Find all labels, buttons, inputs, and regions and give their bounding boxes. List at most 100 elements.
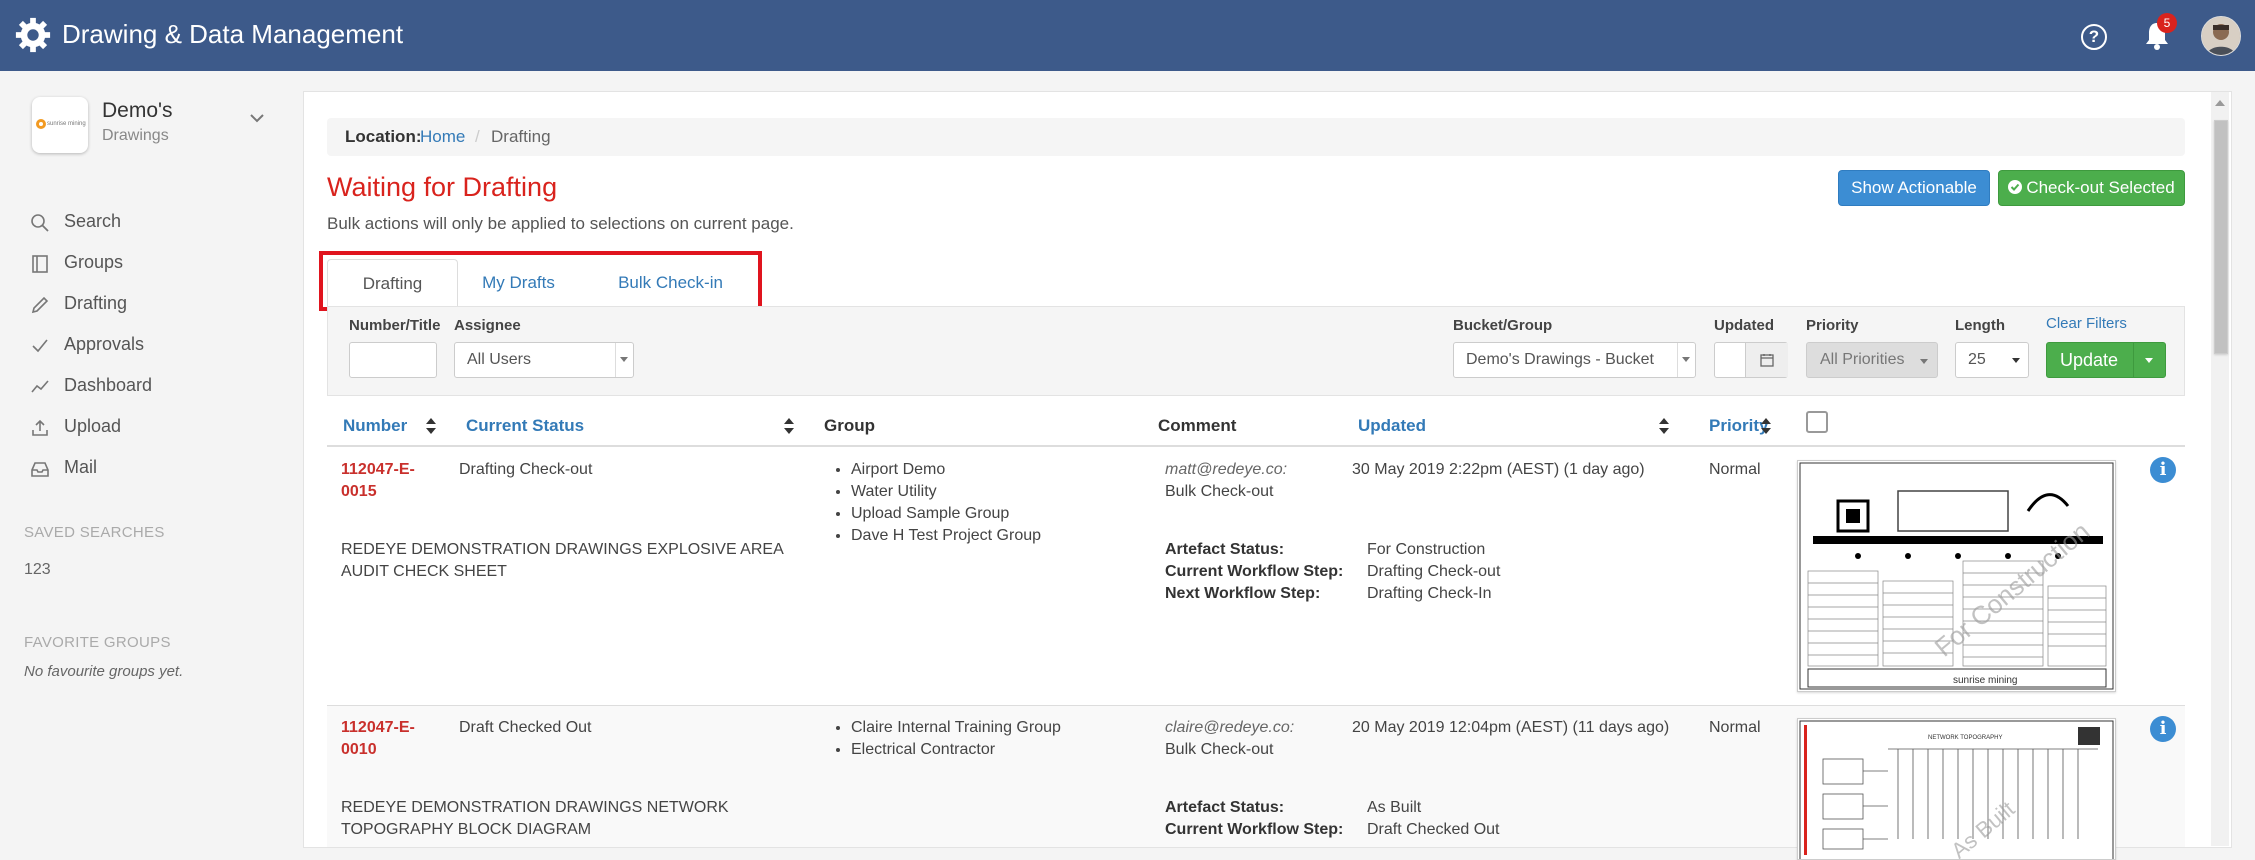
table-row[interactable]: 112047-E- 0010 Draft Checked Out REDEYE … [327, 705, 2185, 860]
page-scrollbar[interactable] [2211, 92, 2229, 846]
pencil-icon [31, 296, 49, 314]
next-step-value: Drafting Check-In [1367, 585, 1492, 602]
sidebar-item-approvals[interactable]: Approvals [30, 331, 270, 361]
group-list: Claire Internal Training Group Electrica… [829, 717, 1061, 761]
clear-filters-link[interactable]: Clear Filters [2046, 315, 2127, 332]
user-avatar[interactable] [2201, 16, 2241, 56]
number-title-label: Number/Title [349, 317, 441, 334]
info-icon[interactable]: i [2150, 716, 2176, 742]
tenant-logo-text: sunrise mining [47, 121, 86, 127]
length-select[interactable]: 25 [1955, 342, 2029, 378]
priority-value: Normal [1709, 719, 1761, 736]
sidebar-item-dashboard[interactable]: Dashboard [30, 372, 270, 402]
upload-icon [32, 419, 48, 436]
number-title-input[interactable] [349, 342, 437, 378]
notification-count-badge: 5 [2157, 13, 2177, 33]
current-step-value: Draft Checked Out [1367, 821, 1500, 838]
sidebar-item-upload[interactable]: Upload [30, 413, 270, 443]
filter-bar: Number/Title Assignee All Users Bucket/G… [327, 306, 2185, 396]
bucket-group-select[interactable]: Demo's Drawings - Bucket [1453, 342, 1696, 378]
show-actionable-button[interactable]: Show Actionable [1838, 170, 1990, 206]
drawing-thumbnail[interactable]: NETWORK TOPOGRAPHY As Built [1797, 718, 2116, 860]
sort-icon[interactable] [783, 417, 795, 435]
table-row[interactable]: 112047-E- 0015 Drafting Check-out REDEYE… [327, 447, 2185, 704]
group-list: Airport Demo Water Utility Upload Sample… [829, 459, 1041, 547]
sidebar-item-groups[interactable]: Groups [30, 249, 270, 279]
tab-highlight-box [319, 251, 762, 311]
breadcrumb-home-link[interactable]: Home [420, 127, 465, 147]
breadcrumb: Location: Home / Drafting [327, 118, 2185, 156]
current-step-label: Current Workflow Step: [1165, 821, 1344, 838]
next-step-label: Next Workflow Step: [1165, 585, 1321, 602]
split-divider [2133, 343, 2134, 377]
sidebar: sunrise mining Demo's Drawings Search Gr… [0, 71, 300, 846]
calendar-addon[interactable] [1745, 343, 1788, 377]
column-header-comment: Comment [1158, 416, 1237, 435]
sidebar-item-search[interactable]: Search [30, 208, 270, 238]
updated-date: 30 May 2019 2:22pm (AEST) (1 day ago) [1352, 461, 1645, 478]
drawing-thumbnail[interactable]: sunrise mining For Construction [1797, 460, 2116, 692]
app-title: Drawing & Data Management [62, 19, 404, 49]
priority-value: Normal [1709, 461, 1761, 478]
group-item: Airport Demo [851, 459, 1041, 481]
length-label: Length [1955, 317, 2005, 334]
update-button[interactable]: Update [2046, 342, 2166, 378]
group-item: Upload Sample Group [851, 503, 1041, 525]
scroll-up-arrow-icon[interactable] [2215, 100, 2225, 106]
updated-date-input[interactable] [1714, 342, 1788, 378]
sort-icon[interactable] [1658, 417, 1670, 435]
group-item: Electrical Contractor [851, 739, 1061, 761]
assignee-select[interactable]: All Users [454, 342, 634, 378]
line-chart-icon [31, 380, 49, 393]
column-header-updated[interactable]: Updated [1358, 416, 1426, 436]
current-step-value: Drafting Check-out [1367, 563, 1501, 580]
book-icon [32, 255, 48, 273]
favorite-groups-heading: FAVORITE GROUPS [24, 634, 171, 651]
updated-date: 20 May 2019 12:04pm (AEST) (11 days ago) [1352, 719, 1670, 736]
column-header-number[interactable]: Number [343, 416, 407, 436]
scrollbar-thumb[interactable] [2214, 120, 2228, 354]
artefact-status-value: As Built [1367, 799, 1422, 816]
breadcrumb-current: Drafting [491, 127, 551, 146]
breadcrumb-label: Location: [345, 127, 422, 146]
saved-search-item[interactable]: 123 [24, 561, 51, 579]
artefact-status-value: For Construction [1367, 541, 1486, 558]
group-item: Dave H Test Project Group [851, 525, 1041, 547]
sidebar-item-label: Approvals [64, 334, 145, 354]
sidebar-item-drafting[interactable]: Drafting [30, 290, 270, 320]
calendar-icon [1760, 354, 1774, 367]
drawing-preview-image: NETWORK TOPOGRAPHY As Built [1799, 720, 2114, 859]
sidebar-item-label: Mail [64, 457, 98, 477]
length-value: 25 [1968, 351, 1986, 368]
current-status: Drafting Check-out [459, 461, 593, 478]
drawing-title: REDEYE DEMONSTRATION DRAWINGS EXPLOSIVE … [341, 541, 783, 580]
saved-searches-heading: SAVED SEARCHES [24, 524, 165, 541]
gear-logo-icon[interactable] [14, 16, 52, 54]
select-all-checkbox[interactable] [1806, 411, 1828, 433]
caret-down-icon[interactable] [2145, 358, 2153, 363]
checkout-selected-button[interactable]: Check-out Selected [1998, 170, 2185, 206]
sort-icon[interactable] [1760, 417, 1772, 435]
info-icon[interactable]: i [2150, 457, 2176, 483]
group-item: Claire Internal Training Group [851, 717, 1061, 739]
drawing-number-part: 0015 [341, 483, 377, 500]
top-navbar: Drawing & Data Management ? 5 [0, 0, 2255, 71]
updated-label: Updated [1714, 317, 1774, 334]
comment-text: Bulk Check-out [1165, 483, 1274, 500]
chevron-down-icon[interactable] [250, 111, 264, 125]
favorite-groups-empty: No favourite groups yet. [24, 663, 184, 680]
sort-icon[interactable] [425, 417, 437, 435]
tenant-logo: sunrise mining [32, 97, 88, 153]
drawing-number-link[interactable]: 112047-E- 0015 [341, 459, 415, 503]
drawing-number-link[interactable]: 112047-E- 0010 [341, 717, 415, 761]
comment-user: claire@redeye.co: [1165, 719, 1295, 736]
drawing-titleblock-text: sunrise mining [1953, 675, 2017, 686]
help-icon[interactable]: ? [2081, 24, 2107, 50]
check-icon [32, 339, 48, 353]
page-title: Waiting for Drafting [327, 172, 558, 202]
drawing-preview-image: sunrise mining For Construction [1799, 462, 2114, 690]
current-step-label: Current Workflow Step: [1165, 563, 1344, 580]
column-header-status[interactable]: Current Status [466, 416, 584, 436]
sidebar-item-mail[interactable]: Mail [30, 454, 270, 484]
priority-dropdown[interactable]: All Priorities [1806, 342, 1938, 378]
